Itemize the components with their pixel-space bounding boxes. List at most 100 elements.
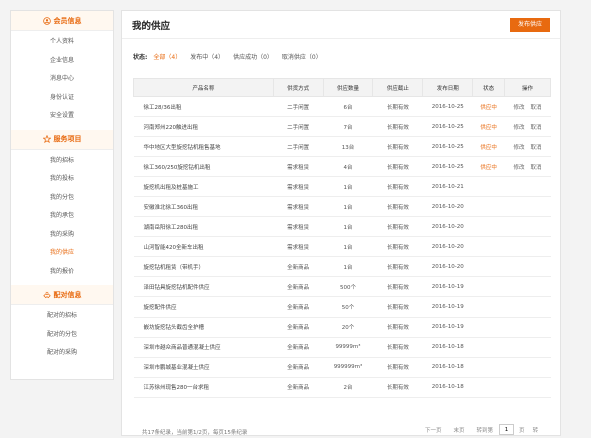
product-name-cell[interactable]: 旋挖钻机租赁（带机手） xyxy=(133,256,274,278)
go-button[interactable]: 转 xyxy=(533,426,539,434)
table-row: 旋挖钻机租赁（带机手） 全新商品 1台 长期有效 2016-10-20 xyxy=(133,256,551,278)
quantity-cell: 500个 xyxy=(323,276,373,298)
publish-date-cell: 2016-10-20 xyxy=(422,256,473,278)
deadline-cell: 长期有效 xyxy=(372,216,423,238)
product-name-cell[interactable]: 泽田钻具旋挖钻机配件供应 xyxy=(133,276,274,298)
publish-supply-button[interactable]: 发布供应 xyxy=(509,17,550,32)
supply-table: 产品名称 供货方式 供应数量 供应截止 发布日期 状态 操作 徐工28/36出租 二手闲置 6台… xyxy=(133,78,551,398)
sidebar-item[interactable]: 企业信息 xyxy=(11,52,113,71)
status-filters: 状态: 全部（4） 发布中（4） 供应成功（0） 取消供应（0） xyxy=(133,52,331,61)
actions-cell xyxy=(504,317,551,338)
product-name-cell[interactable]: 深圳市越众商品普通混凝土供应 xyxy=(133,337,274,358)
quantity-cell: 1台 xyxy=(323,236,373,258)
publish-date-cell: 2016-10-25 xyxy=(422,116,473,138)
sidebar-item[interactable]: 个人资料 xyxy=(11,33,113,52)
product-name-cell[interactable]: 旋挖机出租及桩基施工 xyxy=(133,176,274,198)
supply-mode-cell: 全新商品 xyxy=(273,377,324,398)
column-header: 产品名称 xyxy=(133,78,274,97)
supply-mode-cell: 需求租赁 xyxy=(273,196,324,218)
actions-cell xyxy=(504,176,551,198)
product-name-cell[interactable]: 徐工28/36出租 xyxy=(133,96,274,118)
actions-cell xyxy=(504,377,551,398)
product-name-cell[interactable]: 河南郑州220触进出租 xyxy=(133,116,274,138)
edit-link[interactable]: 修改 xyxy=(514,145,525,151)
status-cell xyxy=(472,296,505,318)
sidebar-item[interactable]: 我的承包 xyxy=(11,207,113,226)
supply-mode-cell: 全新商品 xyxy=(273,296,324,318)
supply-mode-cell: 全新商品 xyxy=(273,317,324,338)
sidebar-item[interactable]: 配对的采购 xyxy=(11,344,113,363)
user-circle-icon xyxy=(42,16,51,25)
deadline-cell: 长期有效 xyxy=(372,236,423,258)
main-panel: 我的供应 发布供应 状态: 全部（4） 发布中（4） 供应成功（0） 取消供应（0） … xyxy=(121,10,561,436)
supply-mode-cell: 需求租赁 xyxy=(273,236,324,258)
cancel-link[interactable]: 取消 xyxy=(531,165,542,171)
deadline-cell: 长期有效 xyxy=(372,377,423,398)
filter-tab[interactable]: 取消供应（0） xyxy=(282,52,322,61)
deadline-cell: 长期有效 xyxy=(372,196,423,218)
actions-cell xyxy=(504,337,551,358)
edit-link[interactable]: 修改 xyxy=(514,105,525,111)
sidebar-item[interactable]: 安全设置 xyxy=(11,107,113,126)
sidebar-item[interactable]: 配对的分包 xyxy=(11,326,113,345)
cancel-link[interactable]: 取消 xyxy=(531,125,542,131)
product-name-cell[interactable]: 山河智能420全新车出租 xyxy=(133,236,274,258)
actions-cell xyxy=(504,357,551,378)
page-number-input[interactable] xyxy=(499,424,515,435)
product-name-cell[interactable]: 安徽淮北徐工360出租 xyxy=(133,196,274,218)
edit-link[interactable]: 修改 xyxy=(514,125,525,131)
supply-mode-cell: 二手闲置 xyxy=(273,116,324,138)
sidebar-item[interactable]: 我的供应 xyxy=(11,244,113,263)
column-header: 供应截止 xyxy=(372,78,424,97)
filter-tab[interactable]: 全部（4） xyxy=(153,52,181,61)
edit-link[interactable]: 修改 xyxy=(514,165,525,171)
sidebar-list: 我的招标 我的投标 我的分包 我的承包 我的采购 我的供应 我的报价 xyxy=(11,150,113,286)
supply-mode-cell: 二手闲置 xyxy=(273,136,324,158)
cancel-link[interactable]: 取消 xyxy=(531,105,542,111)
table-row: 徐工360/250旋挖钻机出租 需求租赁 4台 长期有效 2016-10-25 供应中 修改… xyxy=(133,156,551,178)
quantity-cell: 1台 xyxy=(323,176,373,198)
deadline-cell: 长期有效 xyxy=(372,116,423,138)
product-name-cell[interactable]: 徐工360/250旋挖钻机出租 xyxy=(133,156,274,178)
sidebar-item[interactable]: 配对的招标 xyxy=(11,307,113,326)
publish-date-cell: 2016-10-25 xyxy=(422,156,473,178)
handshake-icon xyxy=(42,291,51,299)
table-row: 旋挖机出租及桩基施工 需求租赁 1台 长期有效 2016-10-21 xyxy=(133,176,551,198)
product-name-cell[interactable]: 旋挖配件供应 xyxy=(133,296,274,318)
supply-mode-cell: 全新商品 xyxy=(273,337,324,358)
last-page-link[interactable]: 末页 xyxy=(454,426,465,434)
sidebar-item[interactable]: 我的报价 xyxy=(11,263,113,282)
publish-date-cell: 2016-10-21 xyxy=(422,176,473,198)
next-page-link[interactable]: 下一页 xyxy=(425,426,442,434)
quantity-cell: 20个 xyxy=(323,317,373,338)
quantity-cell: 50个 xyxy=(323,296,373,318)
quantity-cell: 7台 xyxy=(323,116,373,138)
sidebar-item[interactable]: 我的采购 xyxy=(11,226,113,245)
sidebar-item[interactable]: 身份认证 xyxy=(11,89,113,108)
actions-cell xyxy=(504,276,551,298)
filter-tab[interactable]: 供应成功（0） xyxy=(233,52,273,61)
sidebar-item[interactable]: 我的分包 xyxy=(11,189,113,208)
sidebar-section-header: 配对信息 xyxy=(11,285,113,305)
sidebar-item[interactable]: 消息中心 xyxy=(11,70,113,89)
table-row: 河南郑州220触进出租 二手闲置 7台 长期有效 2016-10-25 供应中 修改 取消 xyxy=(133,116,551,138)
product-name-cell[interactable]: 深圳市鹏城基业混凝土供应 xyxy=(133,357,274,378)
product-name-cell[interactable]: 华中地区大型旋挖钻机租售基地 xyxy=(133,136,274,158)
publish-date-cell: 2016-10-19 xyxy=(422,276,473,298)
actions-cell xyxy=(504,196,551,218)
table-row: 华中地区大型旋挖钻机租售基地 二手闲置 13台 长期有效 2016-10-25 供应中 修改… xyxy=(133,136,551,158)
actions-cell xyxy=(504,216,551,238)
column-header: 状态 xyxy=(472,78,506,97)
filter-tab[interactable]: 发布中（4） xyxy=(190,52,224,61)
deadline-cell: 长期有效 xyxy=(372,136,423,158)
status-cell: 供应中 xyxy=(472,136,505,158)
sidebar-item[interactable]: 我的投标 xyxy=(11,170,113,189)
sidebar-item[interactable]: 我的招标 xyxy=(11,152,113,171)
status-cell xyxy=(472,276,505,298)
product-name-cell[interactable]: 湖南岳阳徐工280出租 xyxy=(133,216,274,238)
product-name-cell[interactable]: 江苏徐州现售280一台求租 xyxy=(133,377,274,398)
product-name-cell[interactable]: 嵌坊旋挖钻头截齿全护槽 xyxy=(133,317,274,338)
sidebar-list: 个人资料 企业信息 消息中心 身份认证 安全设置 xyxy=(11,31,113,130)
cancel-link[interactable]: 取消 xyxy=(531,145,542,151)
deadline-cell: 长期有效 xyxy=(372,276,423,298)
